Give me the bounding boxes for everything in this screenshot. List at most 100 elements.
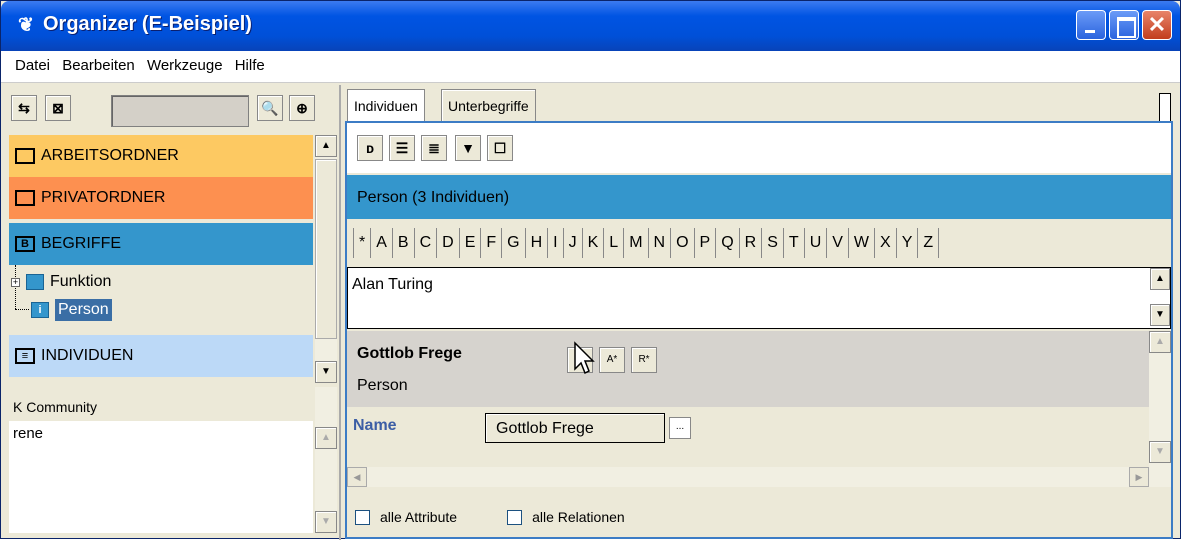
folder-begriffe[interactable]: B BEGRIFFE [9, 223, 313, 265]
letter-filter-k[interactable]: K [583, 228, 605, 258]
individuals-panel: ᴅ ☰ ≣ ▼ ☐ Person (3 Individuen) * A B C D E F G… [345, 121, 1173, 539]
window-title: Organizer (E-Beispiel) [43, 13, 252, 35]
list-view-icon[interactable]: ☰ [389, 135, 415, 161]
alle-attribute-label: alle Attribute [380, 509, 458, 525]
class-header: Person (3 Individuen) [347, 175, 1171, 219]
navigate-icon[interactable]: ⇆ [11, 95, 37, 121]
tree-item-funktion[interactable]: + Funktion [11, 273, 111, 291]
new-individual-icon[interactable]: ᴅ [357, 135, 383, 161]
letter-filter-p[interactable]: P [695, 228, 717, 258]
letter-filter-e[interactable]: E [460, 228, 482, 258]
menu-werkzeuge[interactable]: Werkzeuge [143, 51, 227, 74]
tree-item-person[interactable]: i Person [31, 299, 112, 321]
minimize-button[interactable] [1076, 10, 1106, 40]
folder-arbeitsordner[interactable]: ARBEITSORDNER [9, 135, 313, 177]
folder-privatordner[interactable]: PRIVATORDNER [9, 177, 313, 219]
letter-filter-u[interactable]: U [805, 228, 828, 258]
edit-attribute-button[interactable]: A* [599, 347, 625, 373]
letter-filter-w[interactable]: W [849, 228, 876, 258]
scroll-down-icon[interactable]: ▼ [315, 511, 337, 533]
search-input[interactable] [111, 95, 249, 127]
list-item[interactable]: Alan Turing [352, 276, 433, 294]
letter-filter-j[interactable]: J [564, 228, 583, 258]
scroll-thumb[interactable] [315, 159, 337, 339]
letter-filter-a[interactable]: A [371, 228, 393, 258]
edit-relation-button[interactable]: R* [631, 347, 657, 373]
search-icon[interactable]: 🔍 [257, 95, 283, 121]
detail-hscrollbar[interactable]: ◀ ▶ [347, 467, 1149, 487]
scroll-down-icon[interactable]: ▼ [1149, 441, 1171, 463]
list-scrollbar[interactable]: ▲ ▼ [1150, 268, 1170, 328]
letter-filter-z[interactable]: Z [918, 228, 940, 258]
individual-class: Person [357, 377, 408, 394]
search-options-icon[interactable]: ⊕ [289, 95, 315, 121]
folder-icon [15, 190, 35, 206]
alle-attribute-checkbox[interactable] [355, 509, 370, 525]
tree-item-label: Funktion [50, 273, 112, 290]
letter-filter-f[interactable]: F [481, 228, 503, 258]
letter-filter-x[interactable]: X [875, 228, 897, 258]
scroll-down-icon[interactable]: ▼ [315, 361, 337, 383]
folder-label: ARBEITSORDNER [41, 147, 179, 164]
letter-filter-c[interactable]: C [415, 228, 438, 258]
concept-tree: + Funktion i Person [9, 265, 313, 335]
delete-icon[interactable]: ⊠ [45, 95, 71, 121]
letter-filter-l[interactable]: L [604, 228, 625, 258]
alle-relationen-label: alle Relationen [532, 509, 625, 525]
folders-scrollbar[interactable]: ▲ ▼ [315, 135, 337, 383]
letter-filter-r[interactable]: R [740, 228, 763, 258]
letter-filter-all[interactable]: * [353, 228, 372, 258]
menu-bearbeiten[interactable]: Bearbeiten [58, 51, 139, 74]
attribute-more-button[interactable]: ... [669, 417, 691, 439]
alle-relationen-checkbox[interactable] [507, 509, 523, 525]
filter-icon[interactable]: ≣ [421, 135, 447, 161]
alphabet-filter: * A B C D E F G H I J K L M N O P Q R S T U V W X Y Z [347, 221, 1171, 265]
options-row: alle Attribute alle Relationen [355, 509, 625, 525]
detail-scrollbar[interactable]: ▲ ▼ [1149, 331, 1171, 487]
letter-filter-y[interactable]: Y [897, 228, 919, 258]
concept-icon [26, 274, 44, 290]
title-bar[interactable]: ❦ Organizer (E-Beispiel) ✕ [1, 1, 1180, 51]
splitter[interactable] [339, 85, 341, 540]
letter-filter-o[interactable]: O [671, 228, 695, 258]
letter-filter-g[interactable]: G [502, 228, 526, 258]
scroll-right-icon[interactable]: ▶ [1129, 467, 1149, 487]
letter-filter-q[interactable]: Q [716, 228, 740, 258]
letter-filter-m[interactable]: M [624, 228, 649, 258]
community-user[interactable]: rene [9, 421, 313, 442]
attribute-value-field[interactable]: Gottlob Frege [485, 413, 665, 443]
individuals-toolbar: ᴅ ☰ ≣ ▼ ☐ [347, 123, 1171, 173]
hierarchy-icon[interactable]: ▼ [455, 135, 481, 161]
folder-individuen[interactable]: ≡ INDIVIDUEN [9, 335, 313, 377]
letter-filter-n[interactable]: N [649, 228, 672, 258]
individuals-list[interactable]: Alan Turing ▲ ▼ [347, 267, 1171, 329]
close-button[interactable]: ✕ [1142, 10, 1172, 40]
letter-filter-t[interactable]: T [784, 228, 805, 258]
tab-unterbegriffe[interactable]: Unterbegriffe [441, 89, 536, 121]
folder-label: INDIVIDUEN [41, 347, 134, 364]
scroll-down-icon[interactable]: ▼ [1150, 304, 1170, 326]
letter-filter-h[interactable]: H [526, 228, 549, 258]
attribute-row: Name Gottlob Frege ... [347, 409, 1149, 465]
mouse-cursor-icon [574, 341, 595, 375]
letter-filter-v[interactable]: V [827, 228, 849, 258]
scroll-left-icon[interactable]: ◀ [347, 467, 367, 487]
maximize-button[interactable] [1109, 10, 1139, 40]
left-pane: ⇆ ⊠ 🔍 ⊕ ARBEITSORDNER PRIVATORDNER B BEG… [7, 87, 337, 537]
window-icon[interactable]: ☐ [487, 135, 513, 161]
menu-datei[interactable]: Datei [1, 51, 54, 74]
scroll-up-icon[interactable]: ▲ [315, 135, 337, 157]
expand-icon[interactable]: + [11, 277, 20, 287]
scroll-up-icon[interactable]: ▲ [315, 427, 337, 449]
begriffe-icon: B [15, 236, 35, 252]
community-panel: K Community rene [9, 387, 313, 533]
letter-filter-d[interactable]: D [437, 228, 460, 258]
scroll-up-icon[interactable]: ▲ [1150, 268, 1170, 290]
tab-individuen[interactable]: Individuen [347, 89, 425, 121]
menu-hilfe[interactable]: Hilfe [231, 51, 269, 74]
letter-filter-s[interactable]: S [762, 228, 784, 258]
letter-filter-b[interactable]: B [393, 228, 415, 258]
letter-filter-i[interactable]: I [548, 228, 564, 258]
scroll-up-icon[interactable]: ▲ [1149, 331, 1171, 353]
community-scrollbar[interactable]: ▲ ▼ [315, 387, 337, 533]
